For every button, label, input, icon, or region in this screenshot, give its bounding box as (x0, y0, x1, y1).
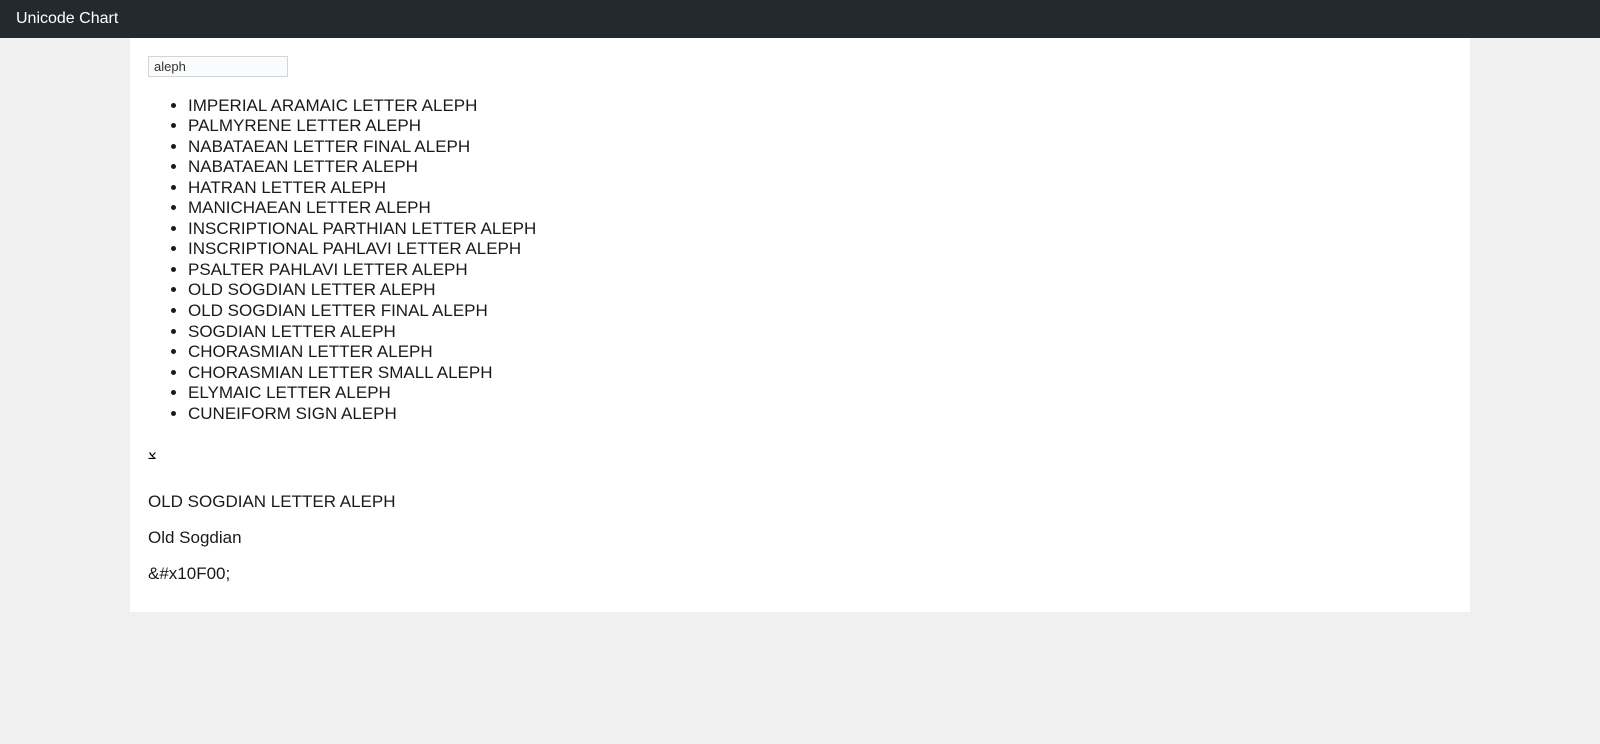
result-item[interactable]: NABATAEAN LETTER ALEPH (188, 157, 1452, 178)
results-list: IMPERIAL ARAMAIC LETTER ALEPH PALMYRENE … (148, 95, 1452, 424)
result-item[interactable]: OLD SOGDIAN LETTER FINAL ALEPH (188, 300, 1452, 321)
result-item[interactable]: CHORASMIAN LETTER ALEPH (188, 342, 1452, 363)
result-item[interactable]: IMPERIAL ARAMAIC LETTER ALEPH (188, 95, 1452, 116)
detail-character-name: OLD SOGDIAN LETTER ALEPH (148, 492, 1452, 512)
app-title: Unicode Chart (16, 10, 118, 28)
result-item[interactable]: MANICHAEAN LETTER ALEPH (188, 198, 1452, 219)
search-input[interactable] (148, 56, 288, 77)
app-header: Unicode Chart (0, 0, 1600, 38)
main-container: IMPERIAL ARAMAIC LETTER ALEPH PALMYRENE … (130, 38, 1470, 612)
result-item[interactable]: INSCRIPTIONAL PAHLAVI LETTER ALEPH (188, 239, 1452, 260)
result-item[interactable]: HATRAN LETTER ALEPH (188, 177, 1452, 198)
detail-glyph: 𐼀 (148, 442, 1452, 464)
result-item[interactable]: PSALTER PAHLAVI LETTER ALEPH (188, 259, 1452, 280)
detail-html-entity: &#x10F00; (148, 564, 1452, 584)
result-item[interactable]: OLD SOGDIAN LETTER ALEPH (188, 280, 1452, 301)
result-item[interactable]: ELYMAIC LETTER ALEPH (188, 383, 1452, 404)
result-item[interactable]: INSCRIPTIONAL PARTHIAN LETTER ALEPH (188, 218, 1452, 239)
result-item[interactable]: NABATAEAN LETTER FINAL ALEPH (188, 136, 1452, 157)
result-item[interactable]: CUNEIFORM SIGN ALEPH (188, 403, 1452, 424)
detail-block-name: Old Sogdian (148, 528, 1452, 548)
result-item[interactable]: SOGDIAN LETTER ALEPH (188, 321, 1452, 342)
result-item[interactable]: PALMYRENE LETTER ALEPH (188, 116, 1452, 137)
result-item[interactable]: CHORASMIAN LETTER SMALL ALEPH (188, 362, 1452, 383)
